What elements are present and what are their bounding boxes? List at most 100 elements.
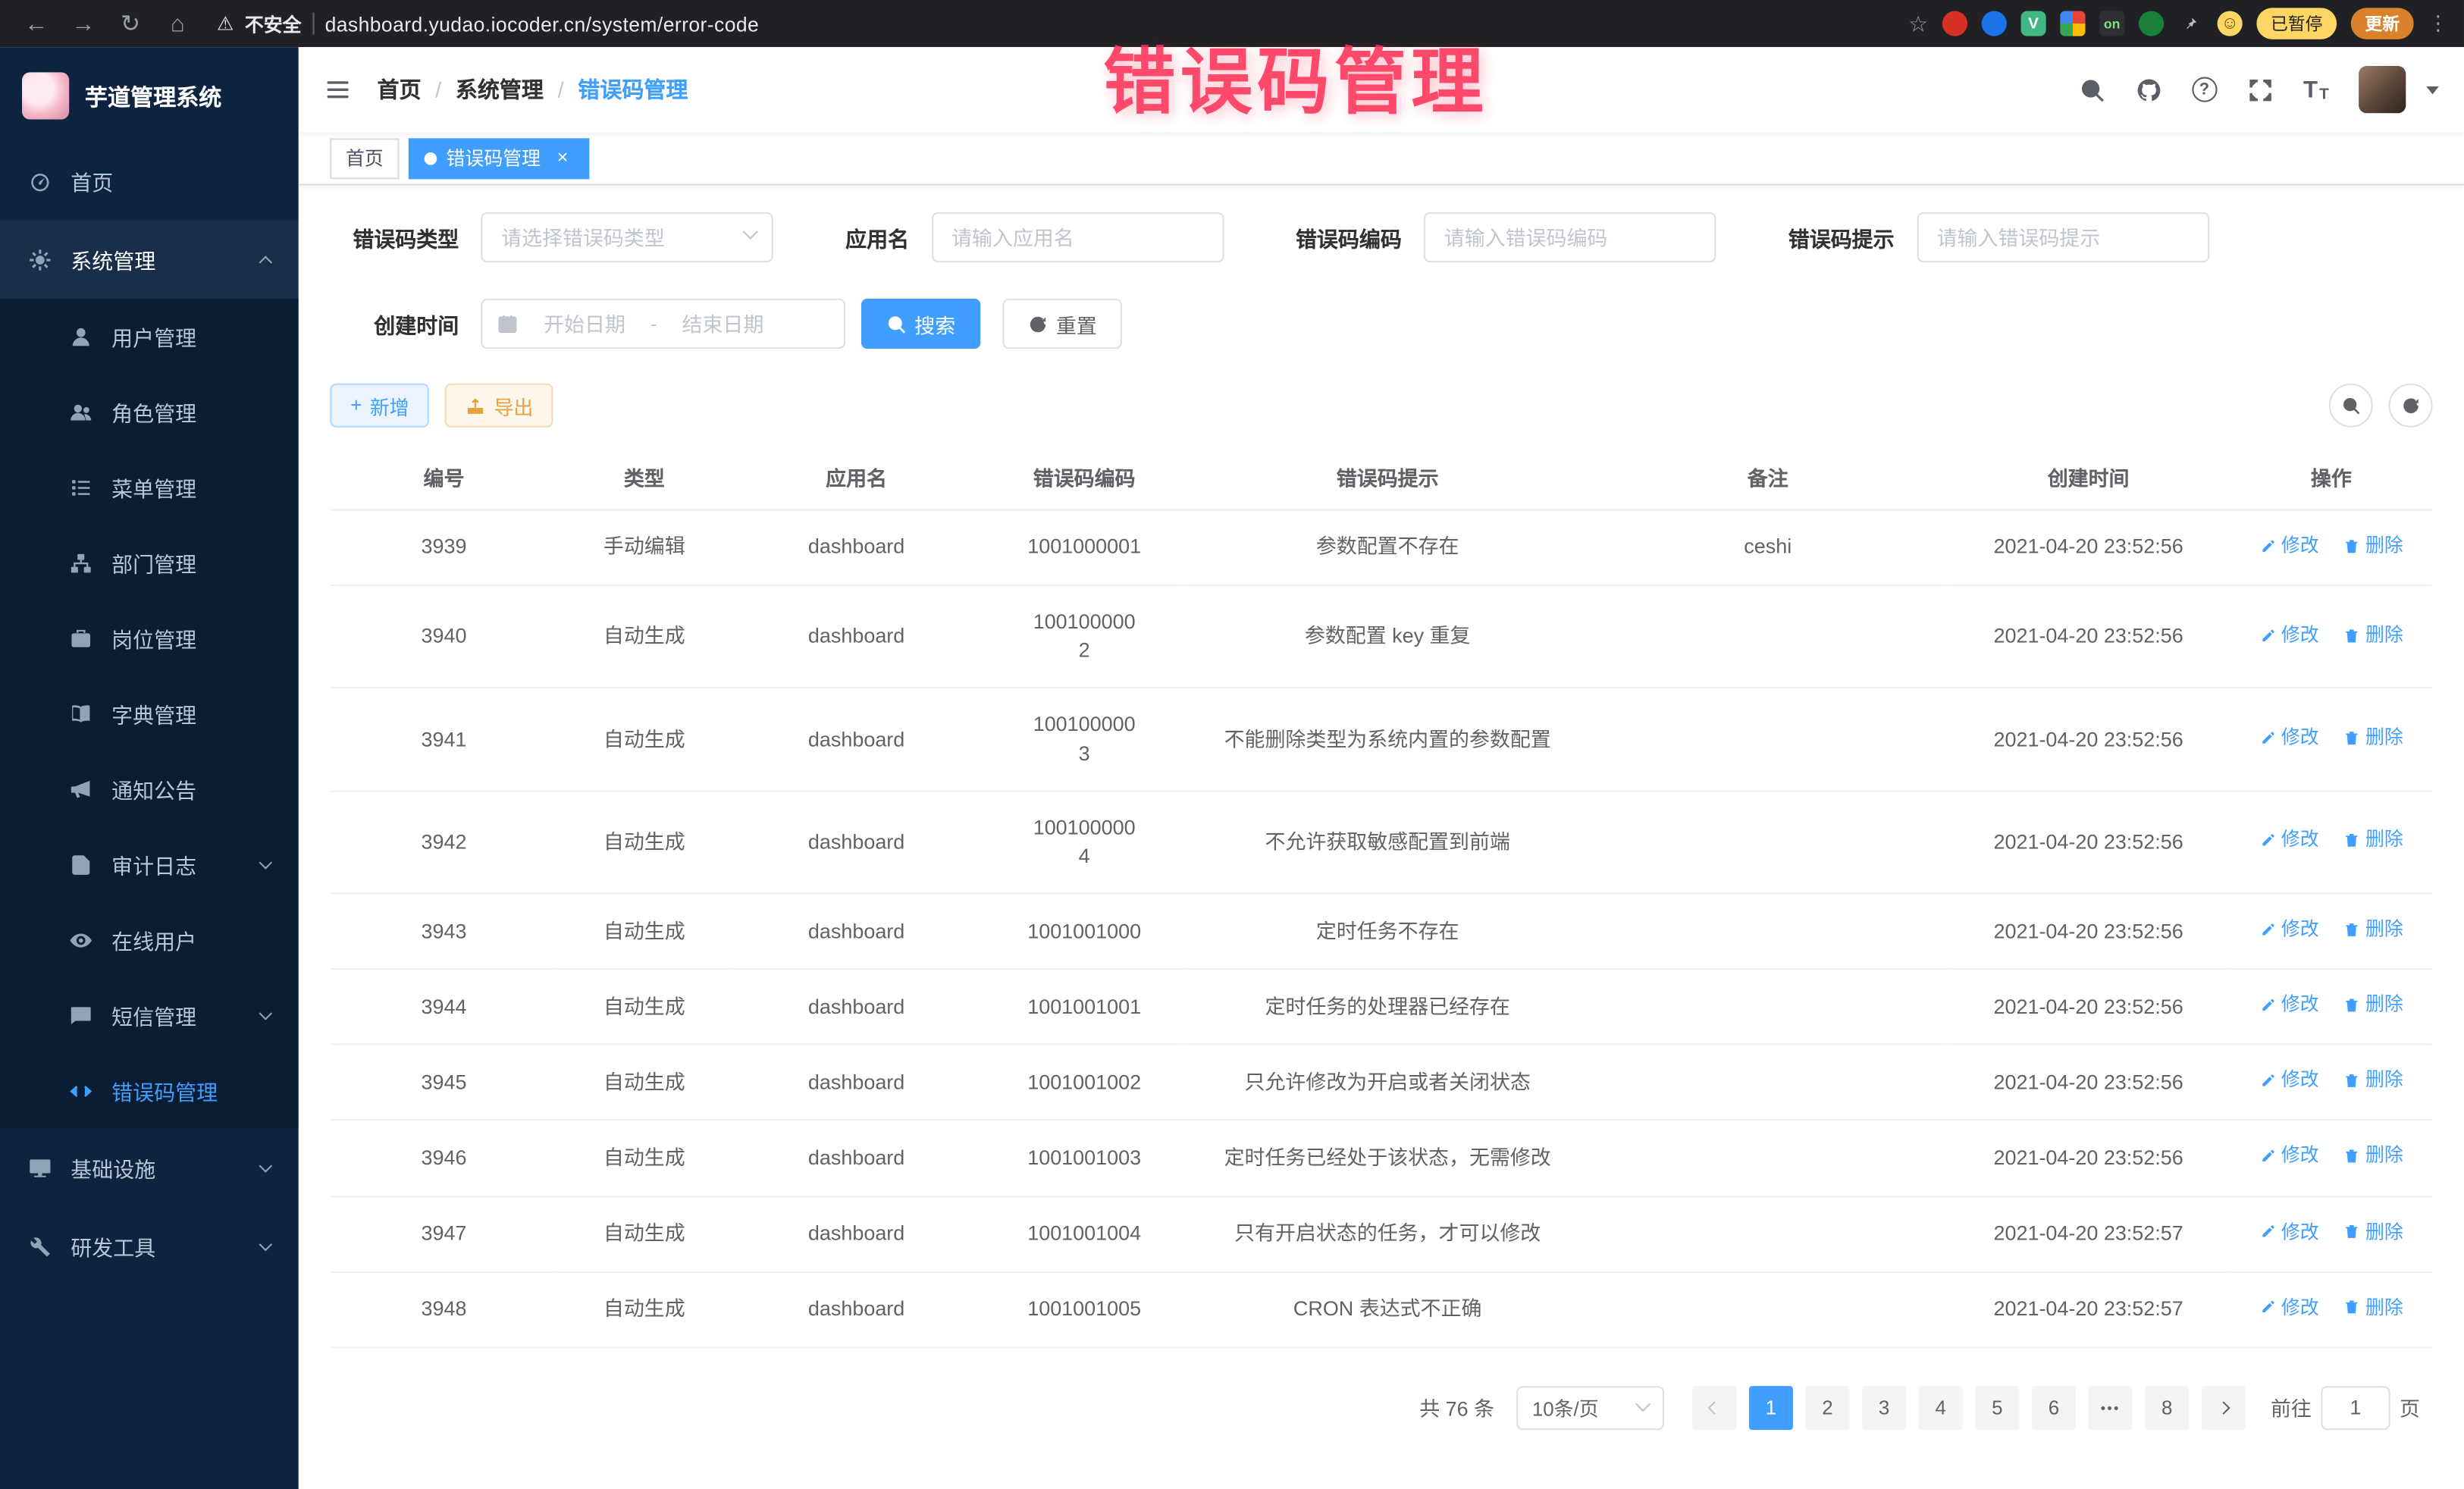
- prev-page-button[interactable]: [1692, 1385, 1736, 1429]
- reset-button[interactable]: 重置: [1002, 299, 1122, 349]
- github-icon[interactable]: [2135, 77, 2161, 103]
- caret-down-icon[interactable]: [2426, 86, 2439, 93]
- font-size-icon[interactable]: TT: [2303, 77, 2329, 103]
- cell-type: 自动生成: [558, 894, 731, 970]
- avatar[interactable]: [2359, 66, 2406, 113]
- trash-icon: [2343, 1148, 2361, 1165]
- delete-link[interactable]: 删除: [2343, 1218, 2403, 1245]
- address-bar[interactable]: ⚠ 不安全 dashboard.yudao.iocoder.cn/system/…: [217, 10, 759, 36]
- tab-error-codes[interactable]: 错误码管理 ×: [409, 137, 589, 178]
- edit-link[interactable]: 修改: [2259, 533, 2319, 560]
- edit-link[interactable]: 修改: [2259, 992, 2319, 1018]
- extension-icon-green[interactable]: [2139, 11, 2164, 36]
- delete-link[interactable]: 删除: [2343, 1067, 2403, 1094]
- refresh-table-button[interactable]: [2389, 384, 2433, 428]
- sidebar-item-home[interactable]: 首页: [0, 142, 299, 221]
- app-name-input[interactable]: [931, 212, 1224, 262]
- delete-link[interactable]: 删除: [2343, 827, 2403, 854]
- page-button-3[interactable]: 3: [1862, 1385, 1906, 1429]
- sidebar-item-notices[interactable]: 通知公告: [0, 751, 299, 826]
- tab-home[interactable]: 首页: [330, 137, 399, 178]
- extension-grid-icon[interactable]: [2060, 11, 2085, 36]
- error-code-input[interactable]: [1424, 212, 1716, 262]
- bookmark-star-icon[interactable]: ☆: [1908, 10, 1928, 36]
- page-button-2[interactable]: 2: [1805, 1385, 1849, 1429]
- delete-link[interactable]: 删除: [2343, 1294, 2403, 1321]
- edit-link[interactable]: 修改: [2259, 1143, 2319, 1170]
- pin-extension-icon[interactable]: [2178, 11, 2203, 36]
- fullscreen-icon[interactable]: [2246, 77, 2273, 103]
- page-button-8[interactable]: 8: [2145, 1385, 2189, 1429]
- profile-emoji-icon[interactable]: ☺: [2218, 11, 2243, 36]
- page-size-select[interactable]: 10条/页: [1516, 1385, 1664, 1429]
- sidebar-item-online-users[interactable]: 在线用户: [0, 902, 299, 977]
- error-type-input[interactable]: [481, 212, 773, 262]
- delete-link[interactable]: 删除: [2343, 725, 2403, 751]
- security-label[interactable]: 不安全: [245, 10, 302, 36]
- extension-icon-red[interactable]: [1942, 11, 1967, 36]
- add-button[interactable]: + 新增: [330, 384, 429, 428]
- next-page-button[interactable]: [2202, 1385, 2246, 1429]
- cell-create-time: 2021-04-20 23:52:56: [1947, 791, 2230, 894]
- update-button[interactable]: 更新: [2351, 8, 2414, 39]
- goto-page-input[interactable]: [2321, 1385, 2390, 1429]
- sidebar-item-sms[interactable]: 短信管理: [0, 977, 299, 1052]
- search-toggle-button[interactable]: [2329, 384, 2373, 428]
- sidebar-item-infrastructure[interactable]: 基础设施: [0, 1128, 299, 1207]
- sidebar-item-menus[interactable]: 菜单管理: [0, 450, 299, 525]
- sidebar-item-positions[interactable]: 岗位管理: [0, 600, 299, 676]
- browser-home-icon[interactable]: ⌂: [157, 10, 198, 36]
- more-pages-button[interactable]: •••: [2089, 1385, 2133, 1429]
- breadcrumb-home[interactable]: 首页: [377, 74, 421, 105]
- browser-reload-icon[interactable]: ↻: [110, 9, 151, 37]
- breadcrumb-system[interactable]: 系统管理: [456, 74, 544, 105]
- delete-link[interactable]: 删除: [2343, 1143, 2403, 1170]
- edit-link[interactable]: 修改: [2259, 622, 2319, 648]
- cell-app: dashboard: [731, 894, 983, 970]
- end-date-input[interactable]: [663, 312, 783, 335]
- delete-link[interactable]: 删除: [2343, 992, 2403, 1018]
- sidebar-item-users[interactable]: 用户管理: [0, 299, 299, 374]
- sidebar-item-roles[interactable]: 角色管理: [0, 374, 299, 449]
- url-text[interactable]: dashboard.yudao.iocoder.cn/system/error-…: [325, 12, 760, 36]
- edit-link[interactable]: 修改: [2259, 725, 2319, 751]
- sidebar-item-departments[interactable]: 部门管理: [0, 525, 299, 600]
- chevron-down-icon: [259, 855, 272, 869]
- start-date-input[interactable]: [525, 312, 644, 335]
- trash-icon: [2343, 729, 2361, 747]
- error-type-select[interactable]: [481, 212, 773, 262]
- edit-link[interactable]: 修改: [2259, 1294, 2319, 1321]
- browser-menu-icon[interactable]: ⋮: [2428, 11, 2448, 36]
- paused-badge[interactable]: 已暂停: [2256, 8, 2337, 39]
- browser-forward-icon[interactable]: →: [63, 10, 104, 36]
- sidebar-item-system[interactable]: 系统管理: [0, 220, 299, 299]
- delete-link[interactable]: 删除: [2343, 917, 2403, 943]
- cell-code: 1001000001: [982, 510, 1186, 586]
- page-button-5[interactable]: 5: [1975, 1385, 2019, 1429]
- sidebar-item-dictionary[interactable]: 字典管理: [0, 676, 299, 751]
- date-range-picker[interactable]: -: [481, 299, 845, 349]
- close-icon[interactable]: ×: [552, 147, 574, 169]
- error-hint-input[interactable]: [1917, 212, 2209, 262]
- export-button[interactable]: 导出: [445, 384, 553, 428]
- vue-devtools-icon[interactable]: V: [2020, 11, 2045, 36]
- search-button[interactable]: 搜索: [861, 299, 981, 349]
- edit-link[interactable]: 修改: [2259, 1218, 2319, 1245]
- delete-link[interactable]: 删除: [2343, 533, 2403, 560]
- edit-link[interactable]: 修改: [2259, 1067, 2319, 1094]
- hamburger-icon[interactable]: [324, 75, 352, 103]
- page-button-6[interactable]: 6: [2032, 1385, 2076, 1429]
- edit-link[interactable]: 修改: [2259, 917, 2319, 943]
- sidebar-item-audit-logs[interactable]: 审计日志: [0, 826, 299, 901]
- extension-icon-blue[interactable]: [1982, 11, 2007, 36]
- edit-link[interactable]: 修改: [2259, 827, 2319, 854]
- browser-back-icon[interactable]: ←: [16, 10, 57, 36]
- delete-link[interactable]: 删除: [2343, 622, 2403, 648]
- page-button-4[interactable]: 4: [1919, 1385, 1963, 1429]
- help-icon[interactable]: ?: [2192, 77, 2217, 102]
- page-button-1[interactable]: 1: [1749, 1385, 1793, 1429]
- search-icon[interactable]: [2079, 77, 2105, 103]
- sidebar-item-devtools[interactable]: 研发工具: [0, 1207, 299, 1286]
- extension-on-icon[interactable]: on: [2099, 11, 2124, 36]
- sidebar-item-error-codes[interactable]: 错误码管理: [0, 1053, 299, 1128]
